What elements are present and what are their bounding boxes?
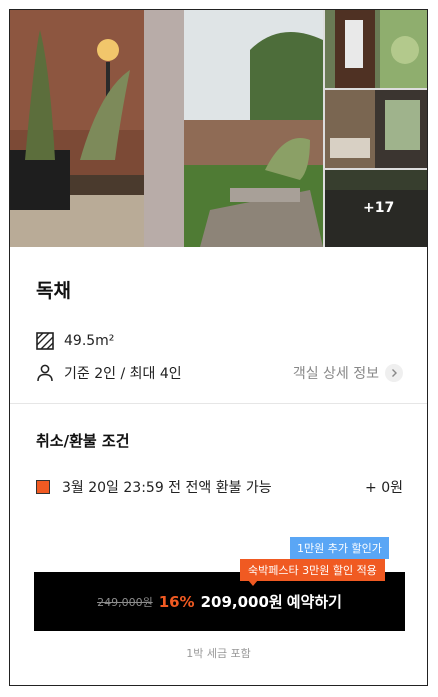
refund-section-title: 취소/환불 조건 xyxy=(36,432,130,450)
reserve-label: 예약하기 xyxy=(286,593,342,611)
badge-pointer xyxy=(248,580,258,586)
festa-discount-badge: 숙박페스타 3만원 할인 적용 xyxy=(240,559,385,581)
sale-price: 209,000원 xyxy=(200,593,283,611)
photo-gallery[interactable]: +17 xyxy=(10,10,427,247)
chevron-right-icon xyxy=(385,364,403,382)
main-photo[interactable] xyxy=(10,10,323,247)
refund-fee: + 0원 xyxy=(365,480,403,496)
room-area-row: 49.5m² xyxy=(36,332,114,350)
refund-marker-icon xyxy=(36,480,50,494)
thumbnail-photo-2[interactable] xyxy=(325,90,427,168)
room-capacity-row: 기준 2인 / 최대 4인 xyxy=(36,363,182,383)
extra-discount-badge: 1만원 추가 할인가 xyxy=(290,537,389,559)
room-detail-label: 객실 상세 정보 xyxy=(292,366,379,382)
room-card: +17 독채 49.5m² 기준 2인 / 최대 4인 객실 상세 정보 취소/… xyxy=(9,9,428,686)
refund-policy-text: 3월 20일 23:59 전 전액 환불 가능 xyxy=(62,480,272,496)
floor-plan-icon xyxy=(36,332,54,350)
refund-policy-row: 3월 20일 23:59 전 전액 환불 가능 xyxy=(36,477,272,497)
thumbnail-photo-more[interactable]: +17 xyxy=(325,170,427,247)
person-icon xyxy=(36,364,54,382)
room-area: 49.5m² xyxy=(64,333,115,349)
room-detail-link[interactable]: 객실 상세 정보 xyxy=(293,363,403,383)
more-photos-count: +17 xyxy=(363,200,395,216)
thumbnail-photo-1[interactable] xyxy=(325,10,427,88)
room-capacity: 기준 2인 / 최대 4인 xyxy=(64,366,182,382)
tax-note: 1박 세금 포함 xyxy=(186,647,251,660)
discount-percent: 16% xyxy=(158,592,195,611)
section-divider xyxy=(10,403,427,404)
room-name: 독채 xyxy=(36,280,71,302)
original-price: 249,000원 xyxy=(97,595,153,609)
